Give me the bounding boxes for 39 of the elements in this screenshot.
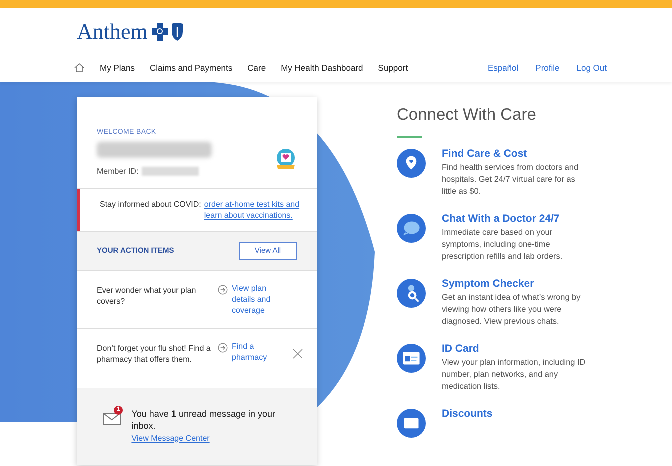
care-option-title[interactable]: Discounts [442, 408, 592, 420]
award-badge-icon [275, 148, 297, 172]
care-option-description: View your plan information, including ID number, plan networks, and any medication lists. [442, 356, 587, 392]
close-icon[interactable] [293, 348, 303, 358]
unread-message-text: You have 1 unread message in your inbox. [132, 408, 276, 432]
nav-link[interactable]: My Health Dashboard [281, 62, 364, 75]
care-option-description: Find health services from doctors and hospitals. Get 24/7 virtual care for as little as $0. [442, 162, 580, 198]
covid-notice: Stay informed about COVID: [100, 198, 202, 210]
nav-link[interactable]: Claims and Payments [150, 62, 233, 75]
chat-bubble-icon[interactable] [397, 214, 426, 242]
care-option-title[interactable]: Chat With a Doctor 24/7 [442, 212, 592, 226]
home-icon[interactable] [74, 63, 85, 74]
redacted-member-id [142, 167, 199, 176]
message-center-link[interactable]: View Message Center [132, 432, 291, 444]
action-item-text: Ever wonder what your plan covers? [97, 284, 198, 306]
section-heading: Connect With Care [397, 107, 538, 124]
nav-link[interactable]: My Plans [100, 62, 135, 75]
care-option-description: Get an instant idea of what’s wrong by viewing how others like you were diagnosed. View previous chats. [442, 292, 582, 328]
discount-icon[interactable] [397, 408, 426, 438]
care-option-title[interactable]: ID Card [442, 342, 592, 356]
envelope-icon [103, 412, 121, 424]
action-item-text: Don’t forget your flu shot! Find a pharmacy that offers them. [97, 342, 212, 364]
brand-logo[interactable]: Anthem [77, 21, 148, 43]
care-option-description: Immediate care based on your symptoms, including one-time prescription refills and lab orders. [442, 226, 564, 262]
member-id-label: Member ID: [97, 166, 139, 178]
magnifier-person-icon[interactable] [397, 278, 426, 308]
header-link[interactable]: Log Out [576, 62, 607, 75]
header-link[interactable]: Profile [536, 62, 560, 75]
arrow-circle-icon [218, 342, 228, 352]
nav-link[interactable]: Support [378, 62, 408, 75]
action-item-link[interactable]: View plan details and coverage [232, 282, 282, 316]
id-card-icon[interactable] [397, 344, 426, 372]
action-item-link[interactable]: Find a pharmacy [232, 340, 282, 362]
nav-link[interactable]: Care [248, 62, 266, 75]
care-option-title[interactable]: Symptom Checker [442, 278, 592, 290]
care-option-title[interactable]: Find Care & Cost [442, 148, 592, 160]
arrow-circle-icon [218, 284, 228, 294]
covid-link[interactable]: order at-home test kits and learn about vaccinations. [204, 198, 307, 220]
header-link[interactable]: Español [488, 62, 519, 75]
